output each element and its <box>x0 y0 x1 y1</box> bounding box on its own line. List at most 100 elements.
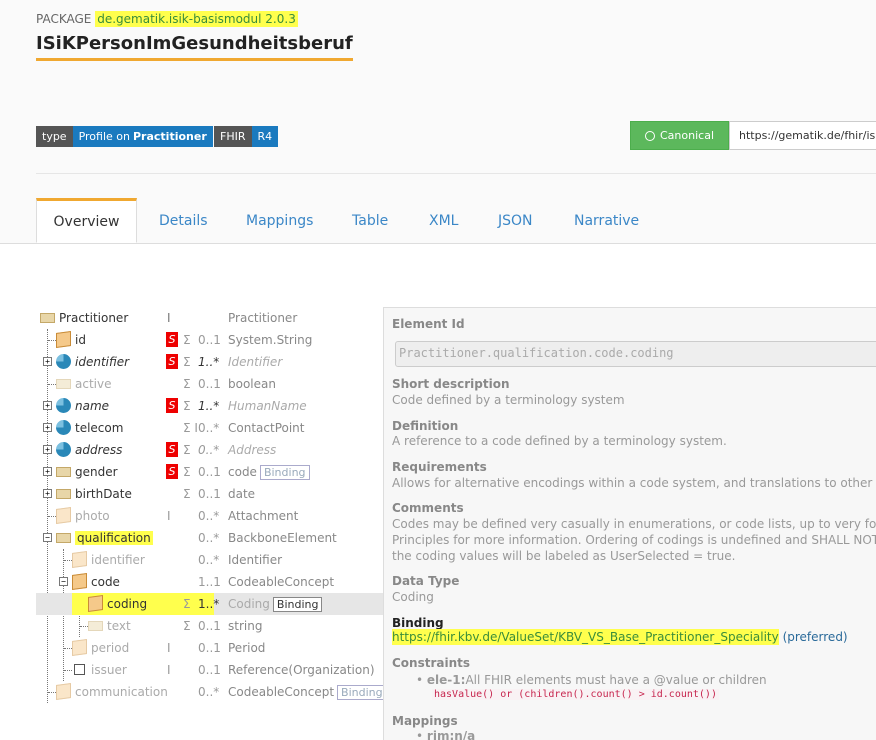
primitive-icon <box>56 330 71 349</box>
summary-flag: Σ <box>183 399 191 413</box>
constraint-text: All FHIR elements must have a @value or … <box>465 673 767 687</box>
summary-flag: Σ <box>183 377 191 391</box>
tree-row-name-element[interactable]: + name S Σ 1..* HumanName <box>36 395 383 417</box>
tree-row-cardinality: 1..* <box>198 355 220 369</box>
tree-row-period[interactable]: period I 0..1 Period <box>36 637 383 659</box>
collapse-minus-icon[interactable]: − <box>43 533 52 542</box>
binding-link[interactable]: Binding <box>337 685 387 700</box>
short-description-text: Code defined by a terminology system <box>392 393 625 407</box>
element-id-field[interactable]: Practitioner.qualification.code.coding <box>395 341 876 367</box>
binding-valueset-link[interactable]: https://fhir.kbv.de/ValueSet/KBV_VS_Base… <box>392 629 779 645</box>
tree-row-cardinality: 1..* <box>198 399 220 413</box>
expand-plus-icon[interactable]: + <box>43 423 52 432</box>
must-support-flag: S <box>166 464 178 479</box>
tab-xml[interactable]: XML <box>429 199 458 243</box>
canonical-button[interactable]: Canonical <box>630 121 729 150</box>
package-label: PACKAGE <box>36 12 92 26</box>
constraint-expression: hasValue() or (children().count() > id.c… <box>432 689 719 700</box>
summary-flag: Σ <box>183 597 191 611</box>
tree-row-cardinality: 0..* <box>198 531 220 545</box>
tab-overview[interactable]: Overview <box>36 198 137 243</box>
tree-row-name: coding <box>107 597 148 611</box>
tree-row-name: birthDate <box>75 487 132 501</box>
element-icon <box>56 467 71 477</box>
tree-row-type: Address <box>228 443 277 457</box>
tree-line <box>48 692 56 693</box>
tab-narrative[interactable]: Narrative <box>574 199 639 243</box>
summary-flag: Σ I <box>183 421 198 435</box>
tree-row-type: code Binding <box>228 465 310 480</box>
mappings-label: Mappings <box>392 714 458 728</box>
tree-line <box>80 626 88 627</box>
binding-strength[interactable]: (preferred) <box>783 630 848 644</box>
tree-row-telecom[interactable]: + telecom Σ I 0..* ContactPoint <box>36 417 383 439</box>
tree-row-flag: I <box>167 663 171 677</box>
tab-mappings[interactable]: Mappings <box>246 199 313 243</box>
tree-row-type: CodeableConcept <box>228 575 335 589</box>
tree-row-practitioner[interactable]: Practitioner I Practitioner <box>36 307 383 329</box>
tree-row-birthdate[interactable]: + birthDate Σ 0..1 date <box>36 483 383 505</box>
fhir-badge-label: FHIR <box>214 126 252 147</box>
binding-link[interactable]: Binding <box>272 597 323 612</box>
tree-row-photo[interactable]: photo I 0..* Attachment <box>36 505 383 527</box>
tree-row-name: identifier <box>75 355 130 369</box>
definition-label: Definition <box>392 419 459 433</box>
binding-line: https://fhir.kbv.de/ValueSet/KBV_VS_Base… <box>392 629 848 645</box>
canonical-url-field[interactable]: https://gematik.de/fhir/isik/v2 <box>729 121 876 150</box>
tree-row-cardinality: 0..* <box>198 421 220 435</box>
tab-json[interactable]: JSON <box>498 199 533 243</box>
element-icon <box>72 550 87 569</box>
must-support-flag: S <box>166 442 178 457</box>
collapse-minus-icon[interactable]: − <box>59 577 68 586</box>
tree-row-name: active <box>75 377 112 391</box>
tree-row-gender[interactable]: + gender S Σ 0..1 code Binding <box>36 461 383 483</box>
element-icon <box>56 682 71 701</box>
summary-flag: Σ <box>183 487 191 501</box>
tree-row-address[interactable]: + address S Σ 0..* Address <box>36 439 383 461</box>
mapping-item: • rim:n/a <box>416 729 475 740</box>
binding-link[interactable]: Binding <box>259 465 310 480</box>
expand-plus-icon[interactable]: + <box>43 467 52 476</box>
tree-row-flag: I <box>167 311 171 325</box>
element-icon <box>56 506 71 525</box>
tree-row-id[interactable]: id S Σ 0..1 System.String <box>36 329 383 351</box>
tree-row-issuer[interactable]: issuer I 0..1 Reference(Organization) <box>36 659 383 681</box>
constraints-label: Constraints <box>392 656 471 670</box>
expand-plus-icon[interactable]: + <box>43 357 52 366</box>
tree-row-cardinality: 0..1 <box>198 641 221 655</box>
fhir-badge-value: R4 <box>251 126 279 147</box>
expand-plus-icon[interactable]: + <box>43 489 52 498</box>
datatype-icon <box>56 420 71 435</box>
summary-flag: Σ <box>183 619 191 633</box>
canonical-group: Canonical https://gematik.de/fhir/isik/v… <box>630 121 876 150</box>
expand-plus-icon[interactable]: + <box>43 445 52 454</box>
data-type-value[interactable]: Coding <box>392 590 434 604</box>
element-icon <box>72 638 87 657</box>
tree-row-type: CodeableConcept Binding <box>228 685 387 700</box>
tree-row-active[interactable]: active Σ 0..1 boolean <box>36 373 383 395</box>
expand-plus-icon[interactable]: + <box>43 401 52 410</box>
tree-row-cardinality: 1..1 <box>198 575 221 589</box>
tree-row-coding[interactable]: coding Σ 1..* Coding Binding <box>36 593 383 615</box>
tree-line <box>48 340 56 341</box>
tree-row-name: id <box>75 333 86 347</box>
tab-details[interactable]: Details <box>159 199 208 243</box>
element-details-panel: Element Id Practitioner.qualification.co… <box>383 307 876 740</box>
tree-row-communication[interactable]: communication 0..* CodeableConcept Bindin… <box>36 681 387 703</box>
tree-row-code[interactable]: − code 1..1 CodeableConcept <box>36 571 383 593</box>
tree-row-qualification[interactable]: − qualification 0..* BackboneElement <box>36 527 383 549</box>
tree-row-qualification-identifier[interactable]: identifier 0..* Identifier <box>36 549 383 571</box>
page-title: ISiKPersonImGesundheitsberuf <box>36 33 353 61</box>
type-badge-value[interactable]: Profile on Practitioner <box>72 126 213 147</box>
element-icon <box>56 489 71 499</box>
tab-table[interactable]: Table <box>352 199 388 243</box>
data-type-label: Data Type <box>392 574 460 588</box>
tree-row-type: Coding Binding <box>228 597 323 612</box>
type-badge-label: type <box>36 126 73 147</box>
tree-row-type: BackboneElement <box>228 531 337 545</box>
tree-row-identifier[interactable]: + identifier S Σ 1..* Identifier <box>36 351 383 373</box>
tree-row-flag: I <box>167 641 171 655</box>
element-id-label: Element Id <box>392 317 465 331</box>
package-link[interactable]: de.gematik.isik-basismodul 2.0.3 <box>95 11 298 27</box>
tree-row-text[interactable]: text Σ 0..1 string <box>36 615 383 637</box>
